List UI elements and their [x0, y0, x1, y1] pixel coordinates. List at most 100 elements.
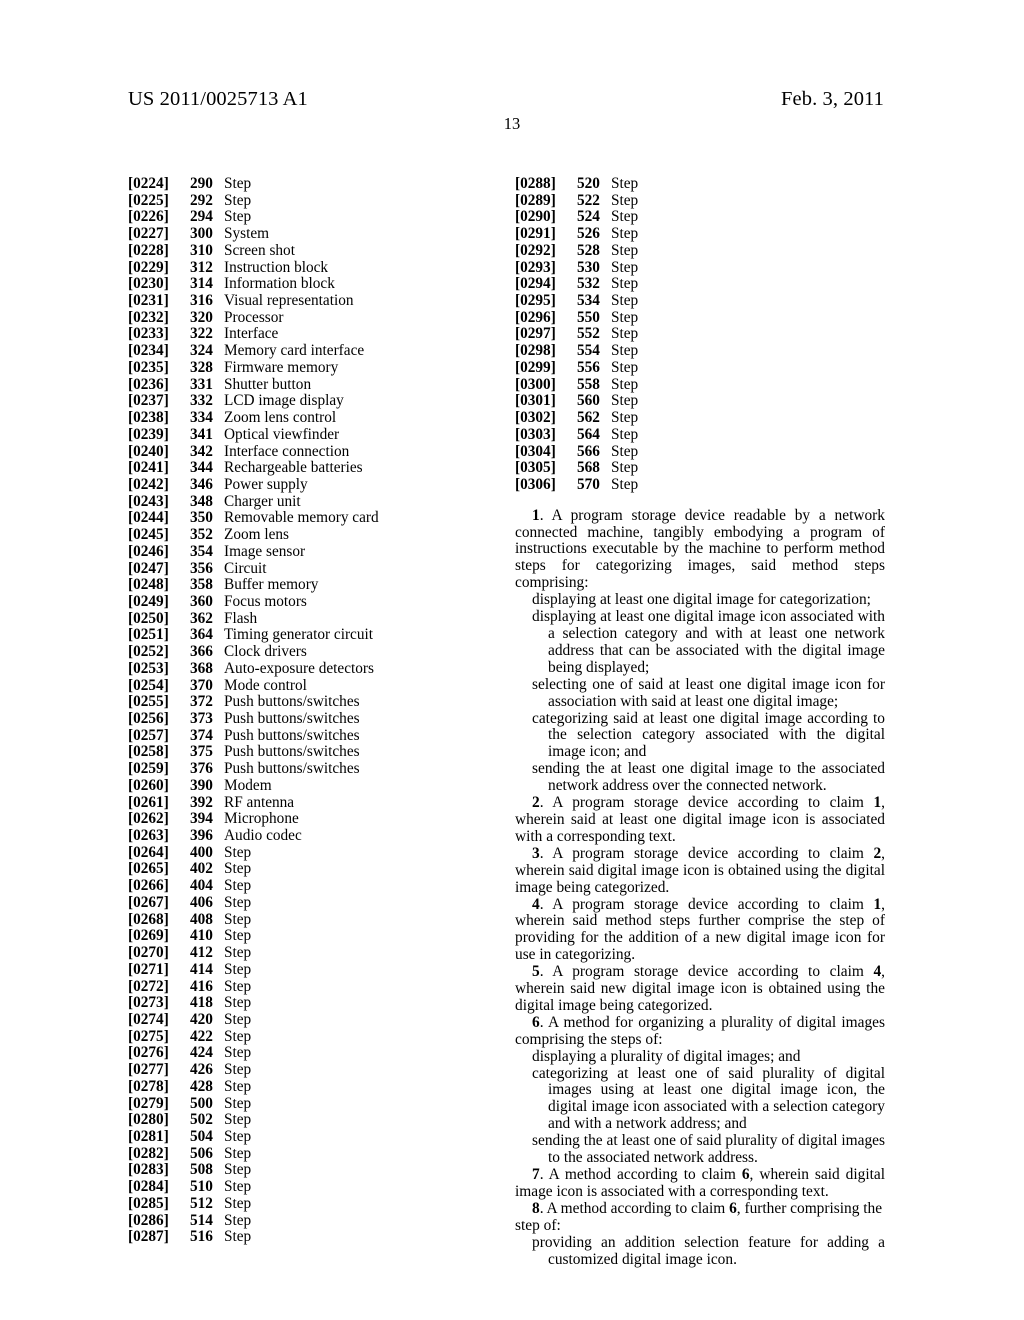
reference-paragraph-number: [0271] — [128, 960, 169, 978]
reference-paragraph-number: [0250] — [128, 609, 169, 627]
reference-label: Power supply — [224, 475, 308, 493]
reference-paragraph-number: [0255] — [128, 693, 169, 711]
reference-numeral: 406 — [190, 893, 213, 911]
reference-label: Rechargeable batteries — [224, 459, 363, 477]
claim-6-lead-text: . A method for organizing a plurality of… — [515, 1013, 885, 1048]
reference-list-item: [0242] 346 Power supply — [128, 475, 483, 494]
reference-paragraph-number: [0288] — [515, 175, 556, 192]
reference-label: Step — [611, 258, 639, 276]
reference-numeral: 516 — [190, 1228, 213, 1246]
reference-numeral: 570 — [577, 475, 600, 493]
claims-block: 1. A program storage device readable by … — [515, 507, 885, 1269]
reference-list-item: [0277] 426 Step — [128, 1061, 483, 1079]
reference-list-item: [0248] 358 Buffer memory — [128, 577, 483, 594]
reference-paragraph-number: [0299] — [515, 358, 556, 376]
claim-5-text-before: . A program storage device according to … — [539, 963, 874, 981]
reference-label: Step — [224, 1061, 252, 1079]
reference-list-item: [0301] 560 Step — [515, 393, 885, 410]
reference-numeral: 310 — [190, 241, 213, 259]
reference-numeral: 350 — [190, 509, 213, 527]
reference-label: Step — [224, 1111, 252, 1129]
reference-list-item: [0278] 428 Step — [128, 1077, 483, 1096]
reference-list-item: [0241] 344 Rechargeable batteries — [128, 459, 483, 477]
claim-3: 3. A program storage device according to… — [515, 845, 885, 897]
reference-list-item: [0259] 376 Push buttons/switches — [128, 760, 483, 778]
reference-paragraph-number: [0274] — [128, 1010, 169, 1028]
reference-label: Step — [611, 241, 639, 259]
reference-list-item: [0236] 331 Shutter button — [128, 375, 483, 394]
reference-list-item: [0274] 420 Step — [128, 1010, 483, 1029]
claim-6-number: 6 — [532, 1013, 540, 1031]
reference-list-item: [0269] 410 Step — [128, 928, 483, 945]
reference-list-item: [0271] 414 Step — [128, 960, 483, 979]
reference-paragraph-number: [0269] — [128, 927, 169, 945]
reference-label: Step — [224, 994, 252, 1012]
reference-list-item: [0256] 373 Push buttons/switches — [128, 710, 483, 728]
reference-label: Buffer memory — [224, 576, 319, 594]
reference-numeral: 532 — [577, 275, 600, 293]
reference-numeral: 526 — [577, 225, 600, 243]
reference-label: Step — [224, 944, 252, 962]
reference-numeral: 375 — [190, 743, 213, 761]
reference-paragraph-number: [0260] — [128, 776, 169, 794]
reference-list-item: [0288] 520 Step — [515, 175, 885, 193]
reference-label: Step — [224, 1010, 252, 1028]
reference-paragraph-number: [0256] — [128, 710, 169, 727]
claim-2: 2. A program storage device according to… — [515, 794, 885, 846]
reference-label: Modem — [224, 776, 272, 794]
reference-list-item: [0228] 310 Screen shot — [128, 241, 483, 260]
reference-list-item: [0244] 350 Removable memory card — [128, 510, 483, 527]
reference-label: Step — [224, 1228, 252, 1246]
reference-label: Firmware memory — [224, 358, 339, 376]
reference-label: Push buttons/switches — [224, 726, 360, 744]
reference-list-item: [0233] 322 Interface — [128, 326, 483, 343]
reference-numeral: 316 — [190, 292, 213, 310]
reference-list-item: [0249] 360 Focus motors — [128, 592, 483, 611]
claim-1-step-5: sending the at least one digital image t… — [532, 760, 885, 795]
reference-paragraph-number: [0230] — [128, 275, 169, 293]
reference-numeral-list-left: [0224] 290 Step [0225] 292 Step [0226] 294 Step[… — [128, 175, 483, 1246]
reference-label: Step — [611, 225, 639, 243]
reference-paragraph-number: [0298] — [515, 342, 556, 360]
reference-paragraph-number: [0293] — [515, 258, 556, 276]
reference-label: Step — [611, 292, 639, 310]
reference-numeral: 416 — [190, 977, 213, 995]
reference-numeral: 358 — [190, 576, 213, 594]
reference-list-item: [0285] 512 Step — [128, 1194, 483, 1213]
reference-paragraph-number: [0292] — [515, 241, 556, 259]
reference-numeral: 314 — [190, 275, 213, 293]
reference-label: Step — [224, 1077, 252, 1095]
reference-label: Image sensor — [224, 542, 306, 560]
reference-numeral: 370 — [190, 676, 213, 694]
reference-list-item: [0245] 352 Zoom lens — [128, 526, 483, 544]
reference-numeral: 550 — [577, 308, 600, 326]
reference-label: Step — [224, 175, 252, 192]
reference-list-item: [0297] 552 Step — [515, 326, 885, 343]
reference-list-item: [0273] 418 Step — [128, 994, 483, 1012]
reference-paragraph-number: [0270] — [128, 944, 169, 962]
reference-list-item: [0261] 392 RF antenna — [128, 794, 483, 812]
reference-label: Step — [224, 860, 252, 878]
reference-numeral: 418 — [190, 994, 213, 1012]
reference-numeral: 512 — [190, 1194, 213, 1212]
reference-numeral: 556 — [577, 358, 600, 376]
reference-label: Mode control — [224, 676, 307, 694]
reference-label: Step — [224, 1178, 252, 1196]
reference-label: Instruction block — [224, 258, 329, 276]
reference-list-item: [0232] 320 Processor — [128, 308, 483, 327]
reference-numeral: 320 — [190, 308, 213, 326]
claim-8-step-1: providing an addition selection feature … — [532, 1233, 885, 1268]
reference-label: Focus motors — [224, 592, 307, 610]
reference-numeral: 374 — [190, 726, 213, 744]
reference-list-item: [0306] 570 Step — [515, 475, 885, 494]
reference-list-item: [0262] 394 Microphone — [128, 811, 483, 828]
reference-numeral: 524 — [577, 208, 600, 226]
reference-list-item: [0298] 554 Step — [515, 342, 885, 360]
reference-label: Step — [224, 1094, 252, 1112]
reference-paragraph-number: [0282] — [128, 1144, 169, 1162]
reference-label: Shutter button — [224, 375, 312, 393]
page-number: 13 — [503, 114, 521, 133]
reference-list-item: [0226] 294 Step — [128, 209, 483, 226]
claim-2-number: 2 — [532, 794, 540, 812]
claim-8-number: 8 — [532, 1199, 540, 1217]
